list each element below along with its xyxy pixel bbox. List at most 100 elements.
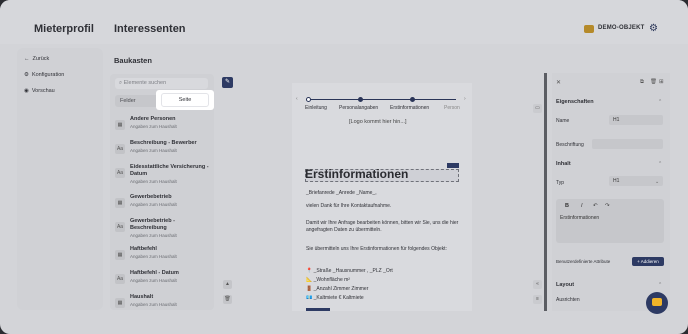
rooms-text: _Anzahl Zimmer Zimmer	[313, 286, 369, 292]
arrow-left-icon: ←	[24, 56, 30, 62]
layout-heading[interactable]: Layout	[556, 282, 574, 288]
layers-icon[interactable]: ≡	[533, 295, 542, 304]
chevron-down-icon[interactable]: ⌄	[655, 179, 659, 185]
edit-icon[interactable]: ✎	[222, 77, 233, 88]
element-name: Beschreibung - Bewerber	[130, 140, 197, 146]
duplicate-icon[interactable]: ⊞	[659, 79, 664, 85]
nav-preview[interactable]: ◉ Vorschau	[24, 88, 55, 94]
chat-icon	[652, 298, 662, 306]
chevron-up-icon[interactable]: ▲	[223, 280, 232, 289]
logo-placeholder: [Logo kommt hier hin...]	[349, 119, 407, 125]
copy-icon[interactable]: ⧉	[640, 79, 644, 86]
chevron-up-icon[interactable]: ⌃	[658, 282, 662, 288]
list-item[interactable]: ▦ Andere Personen Angaben zum Haushalt	[115, 116, 211, 140]
editor-content[interactable]: Erstinformationen	[560, 215, 599, 221]
next-button[interactable]	[306, 308, 330, 311]
chat-button[interactable]	[646, 292, 668, 314]
stepper-track	[306, 99, 456, 100]
nav-configuration[interactable]: ⚙ Konfiguration	[24, 72, 64, 78]
type-label: Typ	[556, 180, 565, 186]
element-category: Angaben zum Haushalt	[130, 278, 177, 283]
element-category: Angaben zum Haushalt	[130, 124, 177, 129]
list-item[interactable]: ▦ Gewerbebetrieb Angaben zum Haushalt	[115, 194, 211, 218]
search-icon: ⌕	[119, 80, 123, 86]
top-bar: Mieterprofil Interessenten DEMO-OBJEKT ⚙	[0, 0, 688, 44]
element-category: Angaben zum Haushalt	[130, 233, 177, 238]
building-icon	[584, 25, 594, 33]
grid-icon: ▦	[115, 198, 125, 208]
bold-icon[interactable]: B	[565, 203, 569, 209]
area-text: _Wohnfläche m²	[313, 277, 350, 283]
step-dot[interactable]	[306, 97, 311, 102]
panel-resize-handle[interactable]	[544, 73, 547, 311]
gear-icon: ⚙	[24, 72, 29, 78]
close-icon[interactable]: ✕	[556, 79, 561, 86]
italic-icon[interactable]: I	[581, 203, 583, 209]
label-label: Beschriftung	[556, 142, 584, 148]
tab-felder[interactable]: Felder	[120, 98, 136, 104]
undo-icon[interactable]: ↶	[593, 203, 598, 209]
label-field[interactable]	[592, 139, 663, 149]
text-icon: Aa	[115, 144, 125, 154]
element-name: Gewerbebetrieb	[130, 194, 172, 200]
name-label: Name	[556, 118, 570, 124]
element-name: Haftbefehl	[130, 246, 157, 252]
chevron-left-icon[interactable]: ‹	[296, 96, 298, 102]
builder-title: Baukasten	[114, 56, 152, 65]
greeting-text: _Briefanrede _Anrede _Name_,	[306, 190, 377, 196]
chevron-up-icon[interactable]: ⌃	[658, 99, 662, 105]
align-label: Ausrichten	[556, 297, 580, 303]
rent-text: _Kaltmiete € Kaltmiete	[313, 295, 364, 301]
element-name: Andere Personen	[130, 116, 176, 122]
gear-icon[interactable]: ⚙	[649, 23, 658, 34]
element-name: Haushalt	[130, 294, 154, 300]
object-selector[interactable]: DEMO-OBJEKT	[598, 25, 645, 31]
spotlight-highlight: Seite	[156, 90, 214, 110]
heading-block[interactable]: Erstinformationen	[305, 167, 408, 181]
brand-title: Mieterprofil	[34, 23, 94, 35]
step-dot[interactable]	[410, 97, 415, 102]
grid-icon: ▦	[115, 298, 125, 308]
list-item[interactable]: Aa Gewerbebetrieb - Beschreibung Angaben…	[115, 218, 211, 242]
content-heading[interactable]: Inhalt	[556, 161, 571, 167]
rich-text-editor[interactable]: B I ↶ ↷ Erstinformationen	[556, 199, 664, 243]
page-canvas: ‹ › Einleitung Personalangaben Erstinfor…	[292, 83, 472, 311]
tab-seite[interactable]: Seite	[161, 93, 209, 107]
address-text: _Straße _Hausnummer , _PLZ _Ort	[313, 268, 393, 274]
step-label: Person	[444, 105, 460, 111]
chevron-up-icon[interactable]: ⌃	[658, 161, 662, 167]
list-item[interactable]: Aa Eidesstattliche Versicherung - Datum …	[115, 164, 211, 188]
trash-icon[interactable]: 🗑	[223, 295, 232, 304]
step-dot[interactable]	[358, 97, 363, 102]
search-input[interactable]: ⌕ Elemente suchen	[115, 78, 208, 89]
block-toolbar[interactable]	[447, 163, 459, 168]
list-item[interactable]: Aa Beschreibung - Bewerber Angaben zum H…	[115, 140, 211, 164]
rent-line: 💶 _Kaltmiete € Kaltmiete	[306, 295, 364, 301]
list-item[interactable]: Aa Haftbefehl - Datum Angaben zum Hausha…	[115, 270, 211, 294]
search-placeholder: Elemente suchen	[123, 80, 167, 86]
element-category: Angaben zum Haushalt	[130, 302, 177, 307]
trash-icon[interactable]: 🗑	[650, 79, 657, 85]
text-icon: Aa	[115, 222, 125, 232]
step-label: Einleitung	[305, 105, 327, 111]
app-window: Mieterprofil Interessenten DEMO-OBJEKT ⚙…	[0, 0, 688, 334]
collapse-icon[interactable]: «	[533, 280, 542, 289]
properties-heading[interactable]: Eigenschaften	[556, 99, 594, 105]
list-item[interactable]: ▦ Haushalt Angaben zum Haushalt	[115, 294, 211, 310]
element-category: Angaben zum Haushalt	[130, 148, 177, 153]
nav-back-label: Zurück	[32, 56, 50, 62]
name-field[interactable]: H1	[609, 115, 663, 125]
redo-icon[interactable]: ↷	[605, 203, 610, 209]
element-name: Haftbefehl - Datum	[130, 270, 179, 276]
add-attribute-button[interactable]: + Addieren	[632, 257, 664, 266]
list-item[interactable]: ▦ Haftbefehl Angaben zum Haushalt	[115, 246, 211, 270]
element-name: Gewerbebetrieb - Beschreibung	[130, 218, 175, 231]
nav-back[interactable]: ← Zurück	[24, 56, 49, 62]
area-line: 📐 _Wohnfläche m²	[306, 277, 350, 283]
device-icon[interactable]: ▭	[533, 104, 542, 113]
properties-panel: ✕ ⧉ 🗑 ⊞ Eigenschaften ⌃ Name H1 Beschrif…	[552, 73, 670, 311]
chevron-right-icon[interactable]: ›	[464, 96, 466, 102]
nav-preview-label: Vorschau	[31, 88, 55, 94]
step-label: Personalangaben	[339, 105, 379, 111]
grid-icon: ▦	[115, 250, 125, 260]
